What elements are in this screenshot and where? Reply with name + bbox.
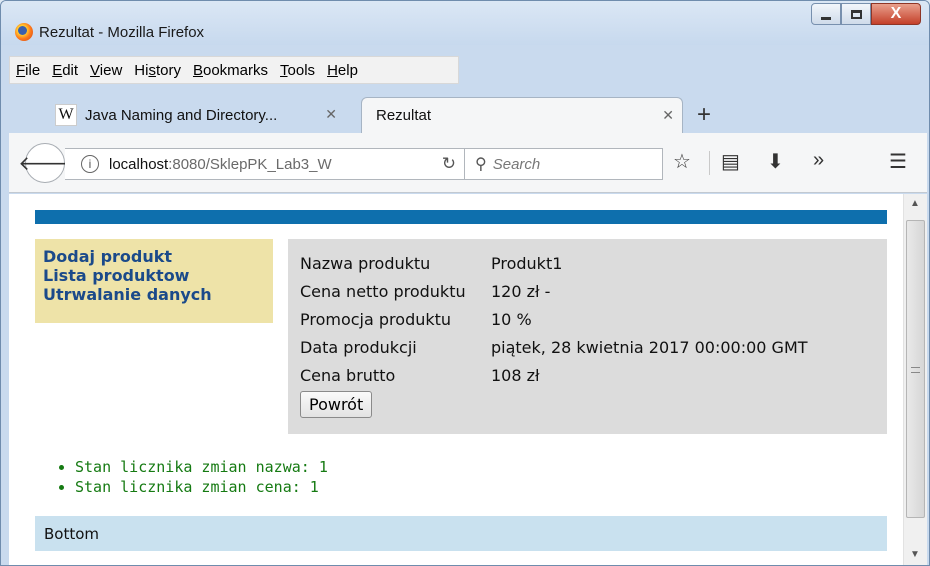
- window-controls: X: [811, 3, 921, 29]
- grip-icon: [911, 367, 920, 373]
- maximize-button[interactable]: [841, 3, 871, 25]
- menu-bar: File Edit View History Bookmarks Tools H…: [9, 56, 459, 84]
- tab-java-naming[interactable]: W Java Naming and Directory... ✕: [49, 97, 349, 133]
- reload-icon[interactable]: ↻: [442, 154, 456, 174]
- minimize-icon: [821, 16, 831, 20]
- list-item: Stan licznika zmian cena: 1: [75, 477, 328, 497]
- detail-row: Nazwa produktu Produkt1: [300, 253, 563, 273]
- firefox-icon: [15, 23, 33, 41]
- counter-list: Stan licznika zmian nazwa: 1 Stan liczni…: [75, 457, 328, 497]
- title-bar[interactable]: Rezultat - Mozilla Firefox X: [1, 1, 929, 45]
- detail-row: Cena netto produktu 120 zł -: [300, 281, 551, 301]
- overflow-chevron-icon[interactable]: »: [813, 149, 824, 172]
- vertical-scrollbar[interactable]: ▲ ▼: [903, 194, 927, 565]
- menu-bookmarks[interactable]: Bookmarks: [187, 62, 274, 79]
- close-window-button[interactable]: X: [871, 3, 921, 25]
- menu-history[interactable]: History: [128, 62, 187, 79]
- search-placeholder: Search: [492, 155, 541, 173]
- menu-tools[interactable]: Tools: [274, 62, 321, 79]
- tab-rezultat[interactable]: Rezultat ✕: [361, 97, 683, 133]
- scroll-up-icon[interactable]: ▲: [910, 198, 920, 209]
- new-tab-button[interactable]: +: [697, 101, 711, 129]
- hamburger-menu-icon[interactable]: ☰: [889, 149, 907, 174]
- reading-list-icon[interactable]: ▤: [721, 149, 740, 174]
- page-viewport: Dodaj produkt Lista produktow Utrwalanie…: [9, 194, 927, 565]
- menu-file[interactable]: File: [10, 62, 46, 79]
- list-item: Stan licznika zmian nazwa: 1: [75, 457, 328, 477]
- toolbar-divider: [709, 151, 710, 175]
- link-utrwalanie-danych[interactable]: Utrwalanie danych: [43, 285, 265, 304]
- search-icon: ⚲: [475, 156, 487, 173]
- back-arrow-icon: 🡐: [18, 152, 72, 175]
- detail-row: Cena brutto 108 zł: [300, 365, 540, 385]
- menu-view[interactable]: View: [84, 62, 128, 79]
- detail-row: Promocja produktu 10 %: [300, 309, 532, 329]
- downloads-icon[interactable]: ⬇: [767, 149, 784, 174]
- url-bar[interactable]: i localhost:8080/SklepPK_Lab3_W ↻: [65, 148, 465, 180]
- maximize-icon: [850, 9, 862, 19]
- url-host: localhost: [109, 155, 169, 173]
- browser-window: Rezultat - Mozilla Firefox X File Edit V…: [0, 0, 930, 566]
- tab-strip: W Java Naming and Directory... ✕ Rezulta…: [9, 89, 927, 133]
- scrollbar-thumb[interactable]: [906, 220, 925, 518]
- close-tab-icon[interactable]: ✕: [325, 106, 337, 123]
- scroll-down-icon[interactable]: ▼: [910, 549, 920, 560]
- window-title: Rezultat - Mozilla Firefox: [39, 24, 205, 41]
- navigation-toolbar: 🡐 i localhost:8080/SklepPK_Lab3_W ↻ ⚲ Se…: [9, 133, 927, 193]
- search-input[interactable]: ⚲ Search: [465, 148, 663, 180]
- product-details: Nazwa produktu Produkt1 Cena netto produk…: [288, 239, 887, 434]
- powrot-button[interactable]: Powrót: [300, 391, 373, 418]
- back-button[interactable]: 🡐: [18, 143, 72, 183]
- tab-label: Rezultat: [376, 107, 432, 124]
- link-dodaj-produkt[interactable]: Dodaj produkt: [43, 247, 265, 266]
- side-menu: Dodaj produkt Lista produktow Utrwalanie…: [35, 239, 273, 323]
- page-footer: Bottom: [35, 516, 887, 551]
- info-icon[interactable]: i: [81, 155, 99, 173]
- url-path: :8080/SklepPK_Lab3_W: [168, 155, 332, 173]
- page-header-bar: [35, 210, 887, 224]
- menu-help[interactable]: Help: [321, 62, 364, 79]
- menu-edit[interactable]: Edit: [46, 62, 84, 79]
- tab-label: Java Naming and Directory...: [85, 106, 278, 124]
- close-tab-icon[interactable]: ✕: [662, 107, 674, 124]
- bookmark-star-icon[interactable]: ☆: [673, 149, 691, 174]
- wikipedia-icon: W: [55, 104, 77, 126]
- link-lista-produktow[interactable]: Lista produktow: [43, 266, 265, 285]
- detail-row: Data produkcji piątek, 28 kwietnia 2017 0…: [300, 337, 808, 357]
- minimize-button[interactable]: [811, 3, 841, 25]
